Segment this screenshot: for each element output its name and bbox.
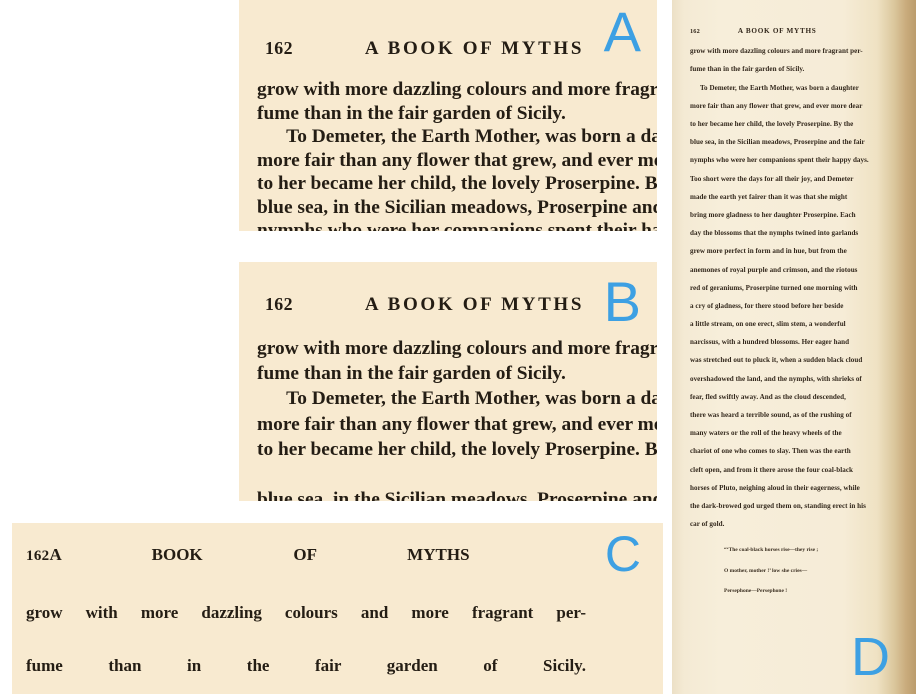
panel-b-book-page: B 162 A BOOK OF MYTHS grow with more daz… [239, 262, 657, 501]
body-line: made the earth yet fairer than it was th… [690, 192, 848, 201]
body-line: horses of Pluto, neighing aloud in their… [690, 483, 860, 492]
body-line: bring more gladness to her daughter Pros… [690, 210, 856, 219]
body-line: a little stream, on one erect, slim stem… [690, 320, 846, 329]
body-line: grow with more dazzling colours and more… [690, 47, 863, 56]
running-head-c: 162A BOOK OF MYTHS [26, 545, 653, 565]
body-line: overshadowed the land, and the nymphs, w… [690, 374, 862, 383]
panel-d-book-page-full: D 162 A BOOK OF MYTHS grow with more daz… [672, 0, 916, 694]
running-head-title: A BOOK OF MYTHS [364, 294, 585, 315]
body-line: to her became her child, the lovely Pros… [690, 120, 854, 129]
body-line: grow with more dazzling colours and more… [257, 79, 657, 100]
panel-c-book-page: C 162A BOOK OF MYTHS grow with more dazz… [12, 523, 663, 694]
running-head-a: 162 A BOOK OF MYTHS [257, 38, 641, 60]
verse-line: “‘The coal-black horses rise—they rise ; [724, 547, 819, 554]
body-line: To Demeter, the Earth Mother, was born a… [286, 126, 657, 148]
body-line: Too short were the days for all their jo… [690, 174, 854, 183]
body-line: grow with more dazzling colours and more… [26, 603, 653, 623]
panel-label-a: A [603, 0, 641, 63]
verse-line: O mother, mother !’ low she cries— [724, 567, 808, 574]
body-line: red of geraniums, Proserpine turned one … [690, 283, 858, 292]
body-line: many waters or the roll of the heavy whe… [690, 429, 842, 438]
body-line: a cry of gladness, for there stood befor… [690, 301, 844, 310]
body-line: fear, fled swiftly away. And as the clou… [690, 392, 846, 401]
body-line: fume than in the fair garden of Sicily. [257, 363, 566, 385]
folio-number: 162 [265, 294, 293, 314]
body-line: To Demeter, the Earth Mother, was born a… [699, 83, 859, 92]
body-line: To Demeter, the Earth Mother, was born a… [286, 388, 657, 410]
body-line: anemones of royal purple and crimson, an… [690, 265, 858, 274]
running-head-b: 162 A BOOK OF MYTHS [257, 294, 641, 316]
body-line: more fair than any flower that grew, and… [257, 413, 657, 435]
body-line: fume than in the fair garden of Sicily. [26, 656, 653, 676]
body-line: blue sea, in the Sicilian meadows, Prose… [257, 196, 657, 218]
running-head-title: A BOOK OF MYTHS [364, 38, 585, 59]
panel-label-d: D [851, 627, 890, 687]
body-line: day the blossoms that the nymphs twined … [690, 229, 859, 238]
body-line: nymphs who were her companions spent the… [257, 220, 657, 231]
verse-line: Persephone—Persephone ! [724, 588, 788, 595]
body-line: more fair than any flower that grew, and… [690, 101, 863, 110]
body-line: to her became her child, the lovely Pros… [257, 173, 657, 195]
body-line: car of gold. [690, 520, 725, 529]
page-text-d: 162 A BOOK OF MYTHS grow with more dazzl… [672, 0, 916, 595]
body-line: narcissus, with a hundred blossoms. Her … [690, 338, 850, 347]
body-line: there was heard a terrible sound, as of … [690, 411, 852, 420]
body-line: grow with more dazzling colours and more… [257, 338, 657, 359]
folio-number: 162 [26, 548, 50, 564]
body-line: chariot of one who comes to slay. Then w… [690, 447, 851, 456]
body-line: blue sea, in the Sicilian meadows, Prose… [690, 138, 865, 147]
body-line-text: grow with more dazzling colours and more… [26, 603, 586, 622]
body-line: blue sea, in the Sicilian meadows, Prose… [257, 489, 657, 501]
page-text-a: 162 A BOOK OF MYTHS grow with more dazzl… [239, 0, 657, 231]
body-line: fume than in the fair garden of Sicily. [257, 102, 566, 124]
running-head-title: A BOOK OF MYTHS [737, 27, 817, 35]
body-line: grew more perfect in form and in hue, bu… [690, 247, 847, 256]
verse-block: “‘The coal-black horses rise—they rise ;… [690, 548, 886, 595]
running-head-d: 162 A BOOK OF MYTHS [690, 27, 886, 35]
panel-label-c: C [604, 526, 641, 582]
page-text-c: 162A BOOK OF MYTHS grow with more dazzli… [12, 523, 663, 694]
running-head-title: A BOOK OF MYTHS [49, 545, 470, 564]
panel-label-b: B [603, 270, 641, 333]
body-line: fume than in the fair garden of Sicily. [690, 65, 805, 74]
body-line: more fair than any flower that grew, and… [257, 149, 657, 171]
panel-a-book-page: A 162 A BOOK OF MYTHS grow with more daz… [239, 0, 657, 231]
body-line: was stretched out to pluck it, when a su… [690, 356, 863, 365]
body-line: the dark-browed god urged them on, stand… [690, 501, 866, 510]
folio-number: 162 [690, 28, 700, 35]
body-line-text: fume than in the fair garden of Sicily. [26, 656, 586, 675]
body-line-gap [257, 462, 641, 487]
page-text-b: 162 A BOOK OF MYTHS grow with more dazzl… [239, 262, 657, 501]
body-line: cleft open, and from it there arose the … [690, 465, 853, 474]
body-line: to her became her child, the lovely Pros… [257, 438, 657, 460]
folio-number: 162 [265, 38, 293, 58]
body-line: nymphs who were her companions spent the… [690, 156, 869, 165]
